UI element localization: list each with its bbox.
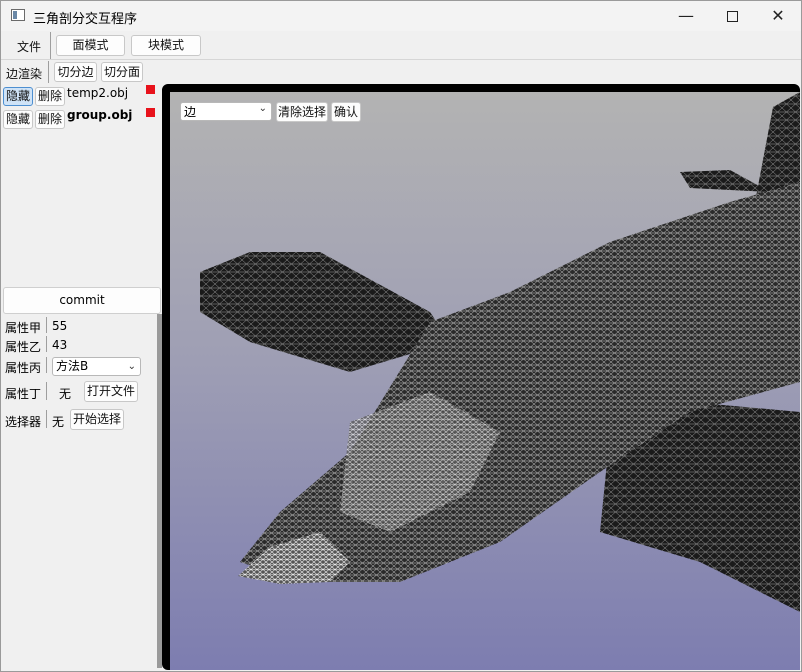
- prop-c-value: 方法B: [56, 359, 89, 373]
- close-button[interactable]: ✕: [755, 1, 801, 31]
- prop-d-value: 无: [59, 387, 72, 401]
- menu-separator: [50, 32, 51, 59]
- cut-face-button[interactable]: 切分面: [101, 62, 143, 82]
- prop-separator: [46, 357, 47, 373]
- select-mode-dropdown[interactable]: 边 ⌄: [180, 102, 272, 121]
- app-window: 三角剖分交互程序 — ✕ 文件 面模式 块模式 边渲染 切分边 切分面 隐藏 删…: [0, 0, 802, 672]
- prop-b-label: 属性乙: [5, 340, 42, 354]
- minimize-button[interactable]: —: [663, 1, 709, 31]
- start-select-button[interactable]: 开始选择: [70, 409, 124, 430]
- maximize-icon: [726, 11, 738, 22]
- commit-button[interactable]: commit: [3, 287, 161, 314]
- prop-b-value: 43: [52, 338, 68, 352]
- toolbar-separator: [48, 61, 49, 83]
- viewport-canvas[interactable]: 边 ⌄ 清除选择 确认: [170, 92, 800, 670]
- object-name-group[interactable]: group.obj: [67, 108, 132, 122]
- window-title: 三角剖分交互程序: [33, 12, 138, 27]
- prop-a-label: 属性甲: [5, 321, 42, 335]
- chevron-down-icon: ⌄: [258, 103, 267, 114]
- delete-button-temp2[interactable]: 删除: [35, 87, 65, 106]
- hide-button-group[interactable]: 隐藏: [3, 110, 33, 129]
- object-color-swatch[interactable]: [146, 85, 155, 94]
- hide-button-temp2[interactable]: 隐藏: [3, 87, 33, 106]
- face-mode-button[interactable]: 面模式: [56, 35, 125, 56]
- prop-c-label: 属性丙: [5, 361, 42, 375]
- title-bar: 三角剖分交互程序 — ✕: [1, 1, 801, 31]
- maximize-button[interactable]: [709, 1, 755, 31]
- object-name-temp2[interactable]: temp2.obj: [67, 86, 128, 100]
- chevron-down-icon: ⌄: [127, 361, 136, 372]
- clear-selection-button[interactable]: 清除选择: [276, 102, 328, 122]
- prop-separator: [46, 317, 47, 333]
- prop-a-value: 55: [52, 319, 68, 333]
- file-menu[interactable]: 文件: [17, 38, 41, 55]
- confirm-button[interactable]: 确认: [331, 102, 361, 122]
- open-file-button[interactable]: 打开文件: [84, 381, 138, 402]
- prop-separator: [46, 410, 47, 428]
- viewport-3d[interactable]: 边 ⌄ 清除选择 确认: [162, 84, 800, 670]
- block-mode-button[interactable]: 块模式: [131, 35, 201, 56]
- prop-separator: [46, 382, 47, 400]
- selector-value: 无: [52, 415, 65, 429]
- prop-c-select[interactable]: 方法B ⌄: [52, 357, 141, 376]
- menu-divider: [1, 59, 801, 60]
- edge-render-button[interactable]: 边渲染: [6, 65, 42, 82]
- selector-label: 选择器: [5, 415, 42, 429]
- app-icon: [11, 9, 25, 21]
- select-mode-value: 边: [184, 105, 197, 119]
- object-color-swatch[interactable]: [146, 108, 155, 117]
- prop-separator: [46, 336, 47, 352]
- delete-button-group[interactable]: 删除: [35, 110, 65, 129]
- prop-d-label: 属性丁: [5, 387, 42, 401]
- mesh-model[interactable]: [170, 92, 800, 670]
- cut-edge-button[interactable]: 切分边: [54, 62, 97, 82]
